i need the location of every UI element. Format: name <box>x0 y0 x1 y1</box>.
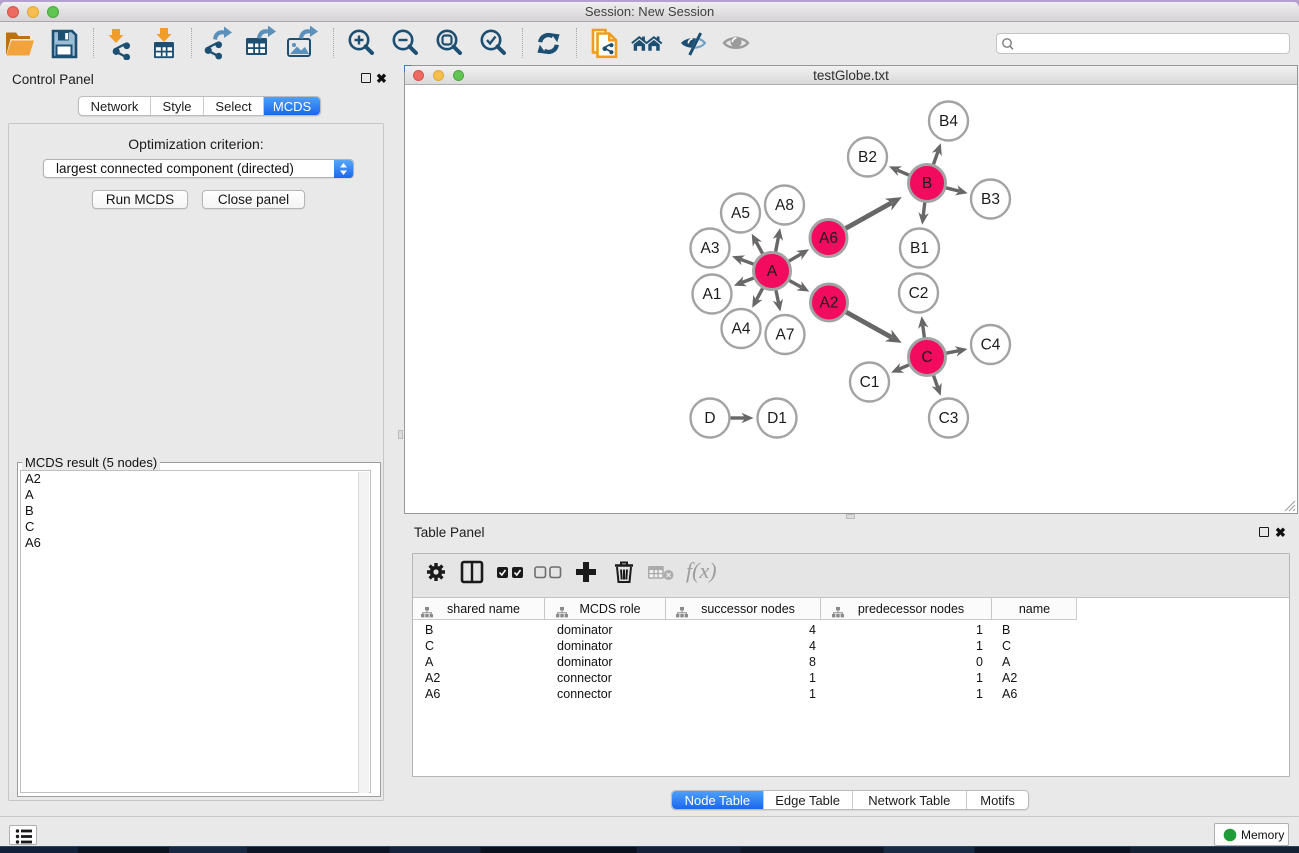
svg-text:A3: A3 <box>701 240 720 257</box>
svg-text:B2: B2 <box>858 149 877 166</box>
svg-text:C1: C1 <box>860 374 880 391</box>
svg-text:C3: C3 <box>939 410 959 427</box>
svg-text:A2: A2 <box>820 295 839 312</box>
svg-text:C4: C4 <box>981 337 1001 354</box>
svg-text:A4: A4 <box>732 321 751 338</box>
svg-text:B: B <box>922 175 932 192</box>
svg-text:B1: B1 <box>910 240 929 257</box>
svg-text:B3: B3 <box>981 191 1000 208</box>
svg-text:C: C <box>921 349 932 366</box>
svg-text:A1: A1 <box>703 286 722 303</box>
svg-text:A6: A6 <box>819 230 838 247</box>
svg-text:D1: D1 <box>767 410 787 427</box>
svg-text:D: D <box>704 410 715 427</box>
svg-text:B4: B4 <box>939 113 958 130</box>
svg-text:C2: C2 <box>909 285 929 302</box>
svg-text:A: A <box>767 263 778 280</box>
svg-text:A8: A8 <box>775 197 794 214</box>
svg-text:A5: A5 <box>731 205 750 222</box>
svg-text:A7: A7 <box>776 327 795 344</box>
